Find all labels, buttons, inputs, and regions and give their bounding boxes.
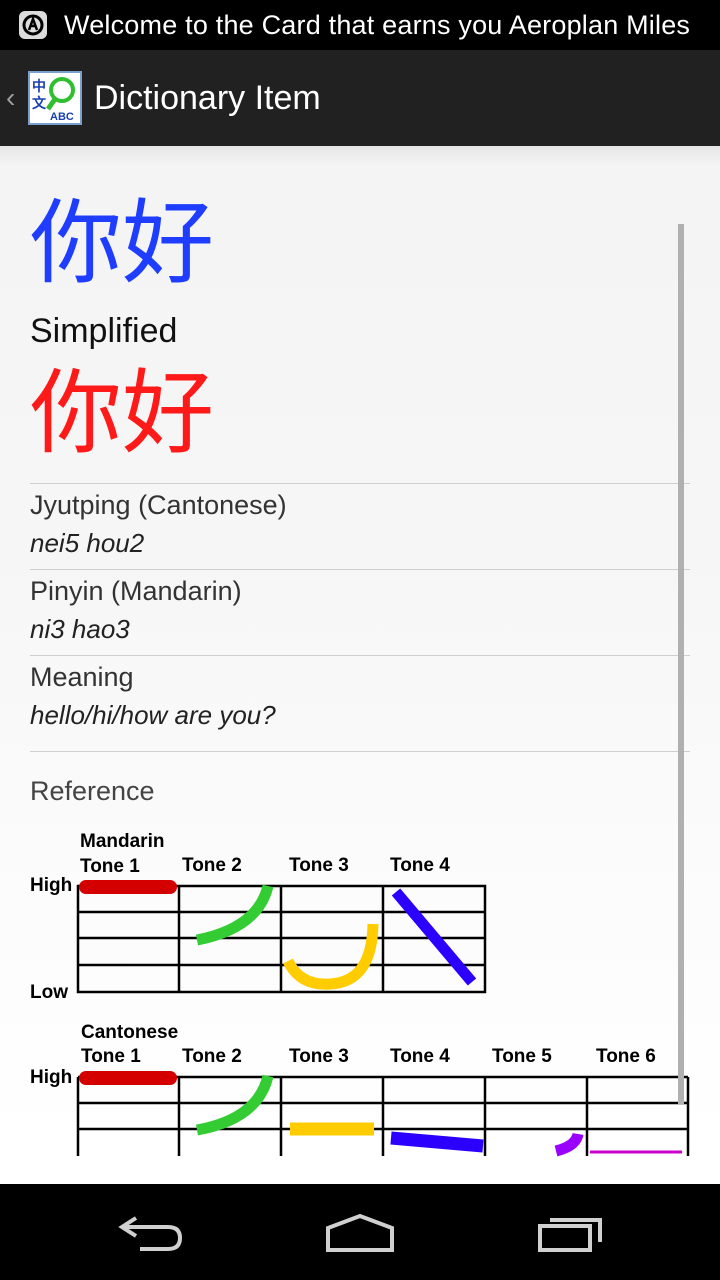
back-icon[interactable] — [110, 1208, 190, 1258]
scrollbar[interactable] — [678, 224, 684, 1104]
app-notification-icon — [19, 11, 47, 39]
status-bar: Welcome to the Card that earns you Aerop… — [0, 0, 720, 50]
navigation-bar — [0, 1184, 720, 1280]
simplified-characters: 你好 — [30, 360, 215, 467]
mandarin-tone-2-label: Tone 2 — [182, 855, 242, 876]
up-navigation-icon[interactable]: ‹ — [6, 82, 24, 114]
cantonese-tone-4-label: Tone 4 — [390, 1046, 450, 1067]
jyutping-value: nei5 hou2 — [30, 528, 145, 558]
recents-icon[interactable] — [532, 1208, 612, 1258]
page-title: Dictionary Item — [94, 78, 321, 117]
pinyin-label: Pinyin (Mandarin) — [30, 576, 242, 606]
pinyin-value: ni3 hao3 — [30, 614, 130, 644]
cantonese-tone-6-label: Tone 6 — [596, 1046, 656, 1067]
svg-text:中: 中 — [32, 78, 46, 95]
simplified-label: Simplified — [30, 312, 178, 350]
chinese-dictionary-icon[interactable]: 中 文 ABC — [28, 71, 82, 125]
cantonese-grid — [76, 1075, 690, 1156]
cantonese-tone-2-label: Tone 2 — [182, 1046, 242, 1067]
tone-reference-chart: Mandarin Tone 1 Tone 2 Tone 3 Tone 4 Hig… — [30, 831, 690, 1157]
cantonese-tone-4-contour — [390, 1131, 484, 1153]
divider — [30, 655, 690, 656]
cantonese-tone-1-label: Tone 1 — [81, 1046, 141, 1067]
mandarin-tone-1-label: Tone 1 — [80, 856, 140, 877]
traditional-characters: 你好 — [30, 190, 215, 297]
mandarin-low-label: Low — [30, 982, 68, 1003]
mandarin-tone-4-label: Tone 4 — [390, 855, 450, 876]
mandarin-grid — [76, 884, 487, 994]
mandarin-title: Mandarin — [80, 831, 164, 852]
cantonese-tone-5-label: Tone 5 — [492, 1046, 552, 1067]
dictionary-item-content[interactable]: 你好 Simplified 你好 Jyutping (Cantonese) ne… — [0, 146, 720, 1184]
svg-text:ABC: ABC — [50, 111, 74, 123]
home-icon[interactable] — [320, 1208, 400, 1258]
notification-text[interactable]: Welcome to the Card that earns you Aerop… — [64, 10, 690, 41]
action-bar: ‹ 中 文 ABC Dictionary Item — [0, 50, 720, 146]
divider — [30, 751, 690, 752]
cantonese-title: Cantonese — [81, 1022, 178, 1043]
cantonese-tone-5-contour — [554, 1132, 584, 1157]
mandarin-tone-3-contour — [283, 923, 379, 990]
divider — [30, 569, 690, 570]
cantonese-high-label: High — [30, 1067, 72, 1088]
meaning-label: Meaning — [30, 662, 134, 692]
cantonese-tone-3-label: Tone 3 — [289, 1046, 349, 1067]
mandarin-high-label: High — [30, 875, 72, 896]
divider — [30, 483, 690, 484]
mandarin-tone-3-label: Tone 3 — [289, 855, 349, 876]
reference-label: Reference — [30, 776, 155, 806]
meaning-value: hello/hi/how are you? — [30, 700, 276, 730]
jyutping-label: Jyutping (Cantonese) — [30, 490, 287, 520]
svg-text:文: 文 — [32, 95, 47, 112]
